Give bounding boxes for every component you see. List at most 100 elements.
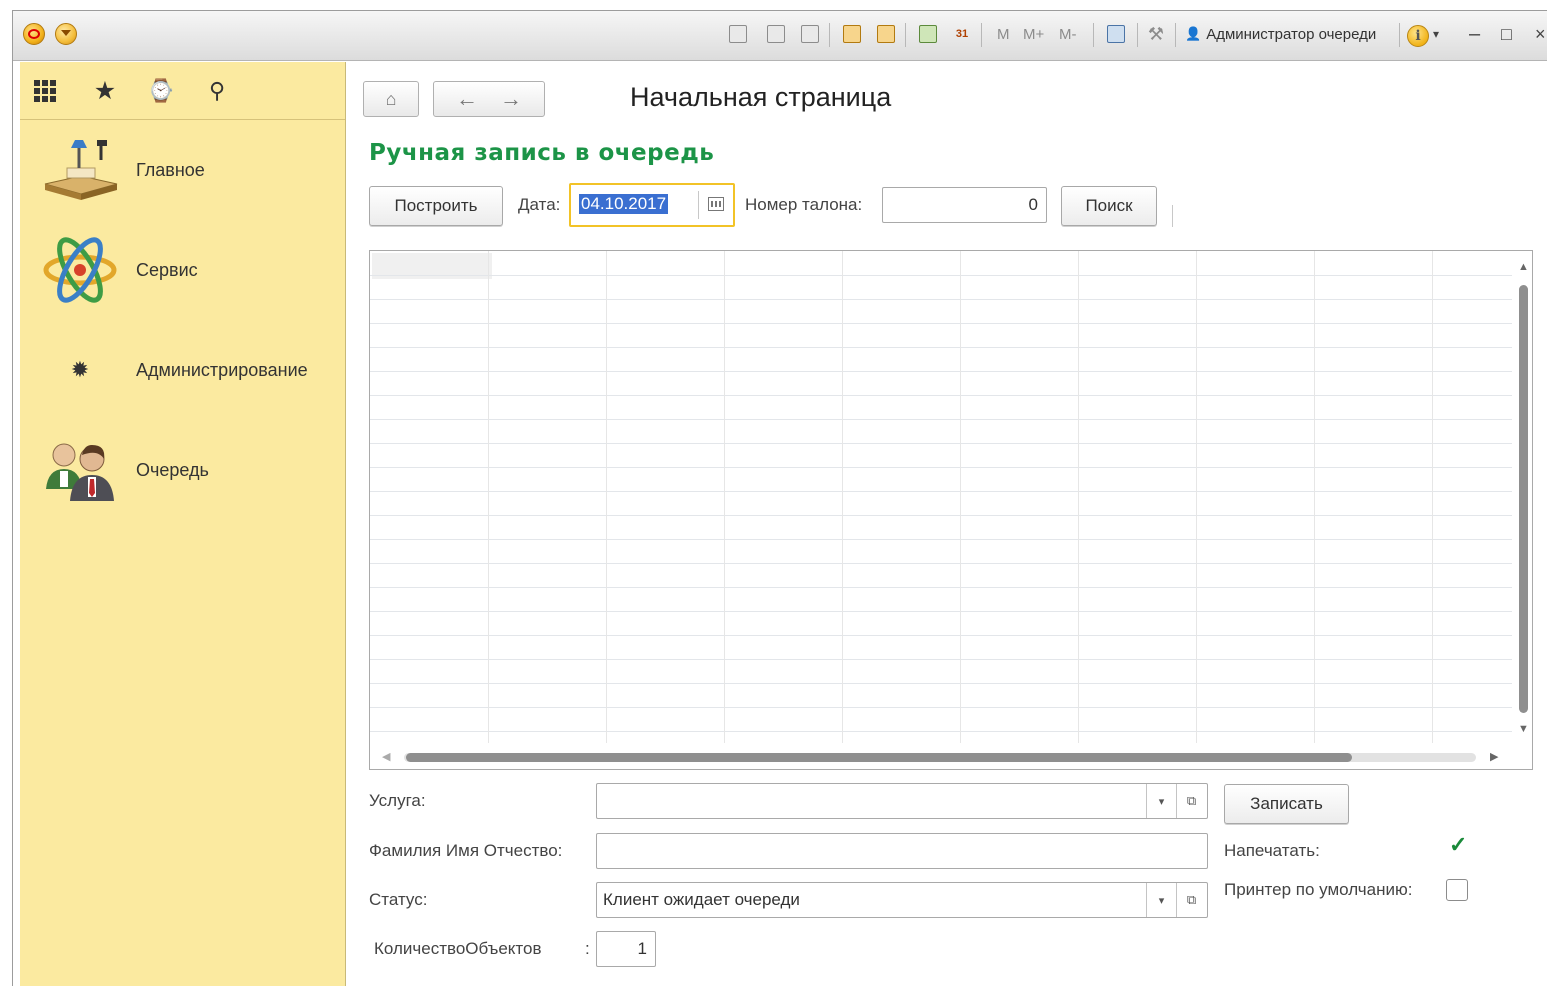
grid-row-line bbox=[370, 587, 1512, 588]
date-value: 04.10.2017 bbox=[579, 194, 669, 214]
vertical-scroll-thumb[interactable] bbox=[1519, 285, 1528, 713]
ticket-number-field[interactable]: 0 bbox=[882, 187, 1047, 223]
form-title: Ручная запись в очередь bbox=[369, 140, 715, 166]
grid-row-line bbox=[370, 731, 1512, 732]
atom-icon bbox=[40, 235, 120, 305]
calendar-icon[interactable]: 31 bbox=[951, 19, 973, 49]
forward-arrow-icon[interactable]: → bbox=[500, 86, 522, 112]
app-logo-icon[interactable] bbox=[23, 23, 45, 45]
sidebar-item-admin[interactable]: ✹ Администрирование bbox=[20, 330, 346, 410]
memory-m-button[interactable]: M bbox=[997, 19, 1010, 49]
sidebar-item-queue[interactable]: Очередь bbox=[20, 430, 346, 510]
memory-minus-button[interactable]: M- bbox=[1059, 19, 1077, 49]
service-label: Услуга: bbox=[369, 791, 426, 810]
scroll-up-icon[interactable]: ▲ bbox=[1518, 261, 1529, 273]
history-icon[interactable]: ⌚ bbox=[146, 78, 176, 104]
grid-row-line bbox=[370, 635, 1512, 636]
grid-column-line bbox=[1196, 251, 1197, 743]
fio-field[interactable] bbox=[596, 833, 1208, 869]
scroll-down-icon[interactable]: ▼ bbox=[1518, 723, 1529, 735]
grid-column-line bbox=[1078, 251, 1079, 743]
count-field[interactable]: 1 bbox=[596, 931, 656, 967]
grid-row-line bbox=[370, 419, 1512, 420]
star-icon[interactable]: ★ bbox=[90, 76, 120, 106]
page-title: Начальная страница bbox=[630, 82, 892, 112]
count-colon: : bbox=[585, 939, 590, 958]
main-menu-icon[interactable] bbox=[55, 23, 77, 45]
maximize-icon[interactable]: □ bbox=[1501, 19, 1512, 49]
date-input[interactable]: 04.10.2017 bbox=[569, 183, 735, 227]
grid-row-line bbox=[370, 299, 1512, 300]
info-icon[interactable]: i bbox=[1407, 25, 1429, 47]
print-checkbox[interactable]: ✓ bbox=[1446, 832, 1468, 860]
search-button[interactable]: Поиск bbox=[1061, 186, 1157, 226]
home-button[interactable]: ⌂ bbox=[363, 81, 419, 117]
grid-column-line bbox=[724, 251, 725, 743]
default-printer-label: Принтер по умолчанию: bbox=[1224, 880, 1413, 899]
grid-row-line bbox=[370, 659, 1512, 660]
grid-row-line bbox=[370, 515, 1512, 516]
open-form-icon[interactable]: ⧉ bbox=[1176, 883, 1206, 917]
user-icon: 👤 bbox=[1185, 26, 1202, 41]
close-icon[interactable]: × bbox=[1535, 19, 1546, 49]
grid-column-line bbox=[488, 251, 489, 743]
grid-column-line bbox=[960, 251, 961, 743]
tools-icon[interactable]: ⚒ bbox=[1145, 19, 1167, 49]
horizontal-scrollbar[interactable]: ◀ ▶ bbox=[380, 748, 1510, 766]
grid-row-line bbox=[370, 611, 1512, 612]
apps-grid-icon[interactable] bbox=[34, 79, 64, 102]
print-label: Напечатать: bbox=[1224, 841, 1320, 860]
user-name: Администратор очереди bbox=[1206, 25, 1377, 43]
record-button[interactable]: Записать bbox=[1224, 784, 1349, 824]
window-layout-icon[interactable] bbox=[1105, 19, 1127, 49]
grid-row-line bbox=[370, 371, 1512, 372]
grid-row-line bbox=[370, 539, 1512, 540]
sidebar-item-service[interactable]: Сервис bbox=[20, 230, 346, 310]
main-content: ⌂ ← → Начальная страница Ручная запись в… bbox=[347, 62, 1547, 986]
grid-row-line bbox=[370, 683, 1512, 684]
sidebar-item-main[interactable]: Главное bbox=[20, 130, 346, 210]
grid-column-line bbox=[1314, 251, 1315, 743]
grid-row-line bbox=[370, 707, 1512, 708]
grid-row-line bbox=[370, 323, 1512, 324]
scroll-right-icon[interactable]: ▶ bbox=[1490, 750, 1498, 763]
people-icon bbox=[40, 435, 120, 505]
count-label: КоличествоОбъектов bbox=[374, 939, 542, 958]
status-label: Статус: bbox=[369, 890, 428, 909]
preview-icon[interactable] bbox=[799, 19, 821, 49]
search-icon[interactable]: ⚲ bbox=[202, 78, 232, 104]
build-button[interactable]: Построить bbox=[369, 186, 503, 226]
save-icon[interactable] bbox=[727, 19, 749, 49]
calculator-icon[interactable] bbox=[917, 19, 939, 49]
chevron-down-icon[interactable]: ▾ bbox=[1146, 883, 1176, 917]
sidebar-item-label: Администрирование bbox=[136, 359, 308, 380]
default-printer-checkbox[interactable] bbox=[1446, 879, 1468, 901]
checkmark-icon: ✓ bbox=[1449, 832, 1468, 857]
scroll-left-icon[interactable]: ◀ bbox=[382, 750, 390, 763]
minimize-icon[interactable]: – bbox=[1469, 19, 1480, 49]
grid-row-line bbox=[370, 491, 1512, 492]
result-grid[interactable]: ▲ ▼ ◀ ▶ bbox=[369, 250, 1533, 770]
favorites-icon[interactable] bbox=[875, 19, 897, 49]
chevron-down-icon[interactable]: ▾ bbox=[1146, 784, 1176, 818]
print-icon[interactable] bbox=[765, 19, 787, 49]
calendar-picker-icon[interactable] bbox=[708, 197, 724, 211]
history-nav: ← → bbox=[433, 81, 545, 117]
sidebar-item-label: Очередь bbox=[136, 459, 209, 480]
info-dropdown-icon[interactable]: ▾ bbox=[1433, 19, 1439, 49]
vertical-scrollbar[interactable]: ▲ ▼ bbox=[1515, 261, 1531, 739]
service-select[interactable]: ▾ ⧉ bbox=[596, 783, 1208, 819]
favorites-add-icon[interactable] bbox=[841, 19, 863, 49]
status-select[interactable]: Клиент ожидает очереди ▾ ⧉ bbox=[596, 882, 1208, 918]
grid-row-line bbox=[370, 563, 1512, 564]
title-bar: 31 M M+ M- ⚒ 👤 Администратор очереди i ▾… bbox=[13, 11, 1547, 61]
grid-column-line bbox=[606, 251, 607, 743]
sidebar-item-label: Сервис bbox=[136, 259, 198, 280]
memory-plus-button[interactable]: M+ bbox=[1023, 19, 1044, 49]
fio-label: Фамилия Имя Отчество: bbox=[369, 841, 563, 860]
horizontal-scroll-thumb[interactable] bbox=[406, 753, 1352, 762]
open-form-icon[interactable]: ⧉ bbox=[1176, 784, 1206, 818]
current-user[interactable]: 👤 Администратор очереди bbox=[1185, 19, 1376, 49]
desk-lamp-icon bbox=[40, 135, 120, 205]
back-arrow-icon[interactable]: ← bbox=[456, 86, 478, 112]
